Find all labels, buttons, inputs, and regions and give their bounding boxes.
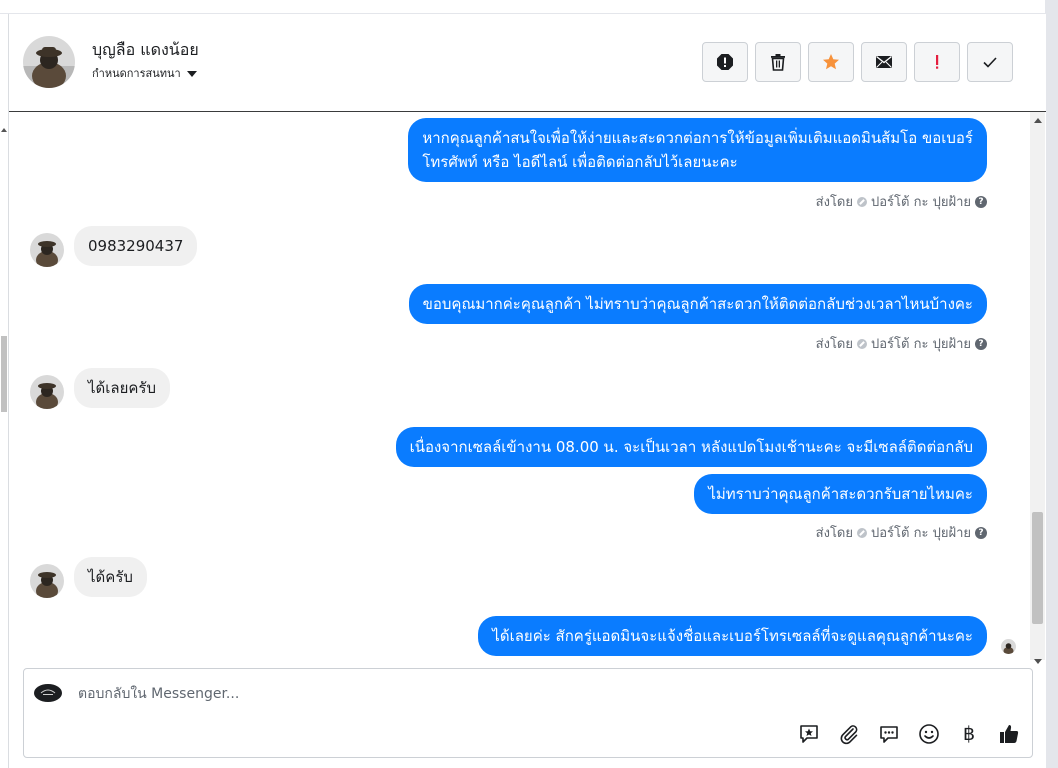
mark-unread-button[interactable] <box>861 42 907 82</box>
seen-indicator-avatar <box>1001 639 1016 654</box>
emoji-icon <box>919 724 939 744</box>
message-line: โทรศัพท์ หรือ ไอดีไลน์ เพื่อติดต่อกลับไว… <box>422 153 738 171</box>
quick-reply-button[interactable] <box>876 721 902 747</box>
verified-agent-icon <box>857 338 867 349</box>
star-icon <box>823 54 839 70</box>
exclamation-icon <box>936 55 939 69</box>
sent-by-label: ส่งโดย ปอร์โต้ กะ ปุยฝ้าย ? <box>816 191 987 212</box>
sent-by-prefix: ส่งโดย <box>815 526 853 541</box>
attach-file-button[interactable] <box>836 721 862 747</box>
composer-tools: ฿ <box>796 721 1022 747</box>
envelope-icon <box>876 55 892 68</box>
mark-done-button[interactable] <box>967 42 1013 82</box>
contact-avatar[interactable] <box>23 36 75 88</box>
star-button[interactable] <box>808 42 854 82</box>
outgoing-message[interactable]: หากคุณลูกค้าสนใจเพื่อให้ง่ายและสะดวกต่อก… <box>408 118 987 182</box>
sent-by-prefix: ส่งโดย <box>815 195 853 210</box>
saved-reply-icon <box>800 725 818 743</box>
sent-by-agent: ปอร์โต้ กะ ปุยฝ้าย <box>871 526 971 541</box>
attachment-icon <box>840 725 858 745</box>
assign-label: กำหนดการสนทนา <box>92 67 181 80</box>
saved-reply-button[interactable] <box>796 721 822 747</box>
scroll-thumb[interactable] <box>1 336 7 412</box>
assign-conversation-dropdown[interactable]: กำหนดการสนทนา <box>92 64 197 82</box>
trash-icon <box>771 54 785 71</box>
outgoing-message[interactable]: ขอบคุณมากค่ะคุณลูกค้า ไม่ทราบว่าคุณลูกค้… <box>408 284 987 324</box>
contact-avatar-small[interactable] <box>30 564 64 598</box>
thread-scrollbar[interactable] <box>1030 112 1045 664</box>
sent-by-prefix: ส่งโดย <box>815 337 853 352</box>
page-avatar <box>34 684 62 702</box>
report-button[interactable] <box>702 42 748 82</box>
outgoing-message[interactable]: เนื่องจากเซลล์เข้างาน 08.00 น. จะเป็นเวล… <box>395 427 987 467</box>
check-icon <box>983 57 997 68</box>
contact-avatar-small[interactable] <box>30 233 64 267</box>
scroll-thumb[interactable] <box>1032 512 1043 624</box>
delete-button[interactable] <box>755 42 801 82</box>
incoming-message[interactable]: ได้ครับ <box>74 557 147 597</box>
top-strip <box>0 0 1045 14</box>
thumbs-up-icon <box>1000 725 1019 743</box>
message-line: หากคุณลูกค้าสนใจเพื่อให้ง่ายและสะดวกต่อก… <box>422 129 973 147</box>
scroll-up-arrow-icon[interactable] <box>1034 118 1042 123</box>
scroll-down-arrow-icon[interactable] <box>1034 659 1042 664</box>
like-button[interactable] <box>996 721 1022 747</box>
reply-composer: ฿ <box>23 668 1033 758</box>
help-icon[interactable]: ? <box>975 337 987 350</box>
right-page-edge <box>1045 0 1058 768</box>
conversation-actions <box>702 42 1013 82</box>
payment-button[interactable]: ฿ <box>956 721 982 747</box>
alert-octagon-icon <box>717 54 733 70</box>
help-icon[interactable]: ? <box>975 526 987 539</box>
caret-down-icon <box>186 71 197 77</box>
sent-by-agent: ปอร์โต้ กะ ปุยฝ้าย <box>871 337 971 352</box>
flag-important-button[interactable] <box>914 42 960 82</box>
reply-input[interactable] <box>76 679 780 709</box>
sent-by-label: ส่งโดย ปอร์โต้ กะ ปุยฝ้าย ? <box>816 522 987 543</box>
sent-by-agent: ปอร์โต้ กะ ปุยฝ้าย <box>871 195 971 210</box>
outgoing-message[interactable]: ได้เลยค่ะ สักครู่แอดมินจะแจ้งชื่อและเบอร… <box>478 616 987 656</box>
contact-avatar-small[interactable] <box>30 375 64 409</box>
conversation-panel: บุญลือ แดงน้อย กำหนดการสนทนา หากคุณลูกค้… <box>1 14 1046 768</box>
incoming-message[interactable]: ได้เลยครับ <box>74 368 171 408</box>
incoming-message[interactable]: 0983290437 <box>74 226 198 266</box>
help-icon[interactable]: ? <box>975 195 987 208</box>
verified-agent-icon <box>857 196 867 207</box>
baht-icon: ฿ <box>962 723 976 745</box>
chat-bubble-icon <box>880 726 898 743</box>
conversation-header: บุญลือ แดงน้อย กำหนดการสนทนา <box>9 14 1046 112</box>
verified-agent-icon <box>857 527 867 538</box>
outgoing-message[interactable]: ไม่ทราบว่าคุณลูกค้าสะดวกรับสายไหมคะ <box>694 474 987 514</box>
sent-by-label: ส่งโดย ปอร์โต้ กะ ปุยฝ้าย ? <box>816 333 987 354</box>
scroll-up-arrow-icon[interactable] <box>1 128 7 132</box>
contact-name: บุญลือ แดงน้อย <box>92 40 199 59</box>
message-thread: หากคุณลูกค้าสนใจเพื่อให้ง่ายและสะดวกต่อก… <box>9 112 1029 660</box>
emoji-button[interactable] <box>916 721 942 747</box>
